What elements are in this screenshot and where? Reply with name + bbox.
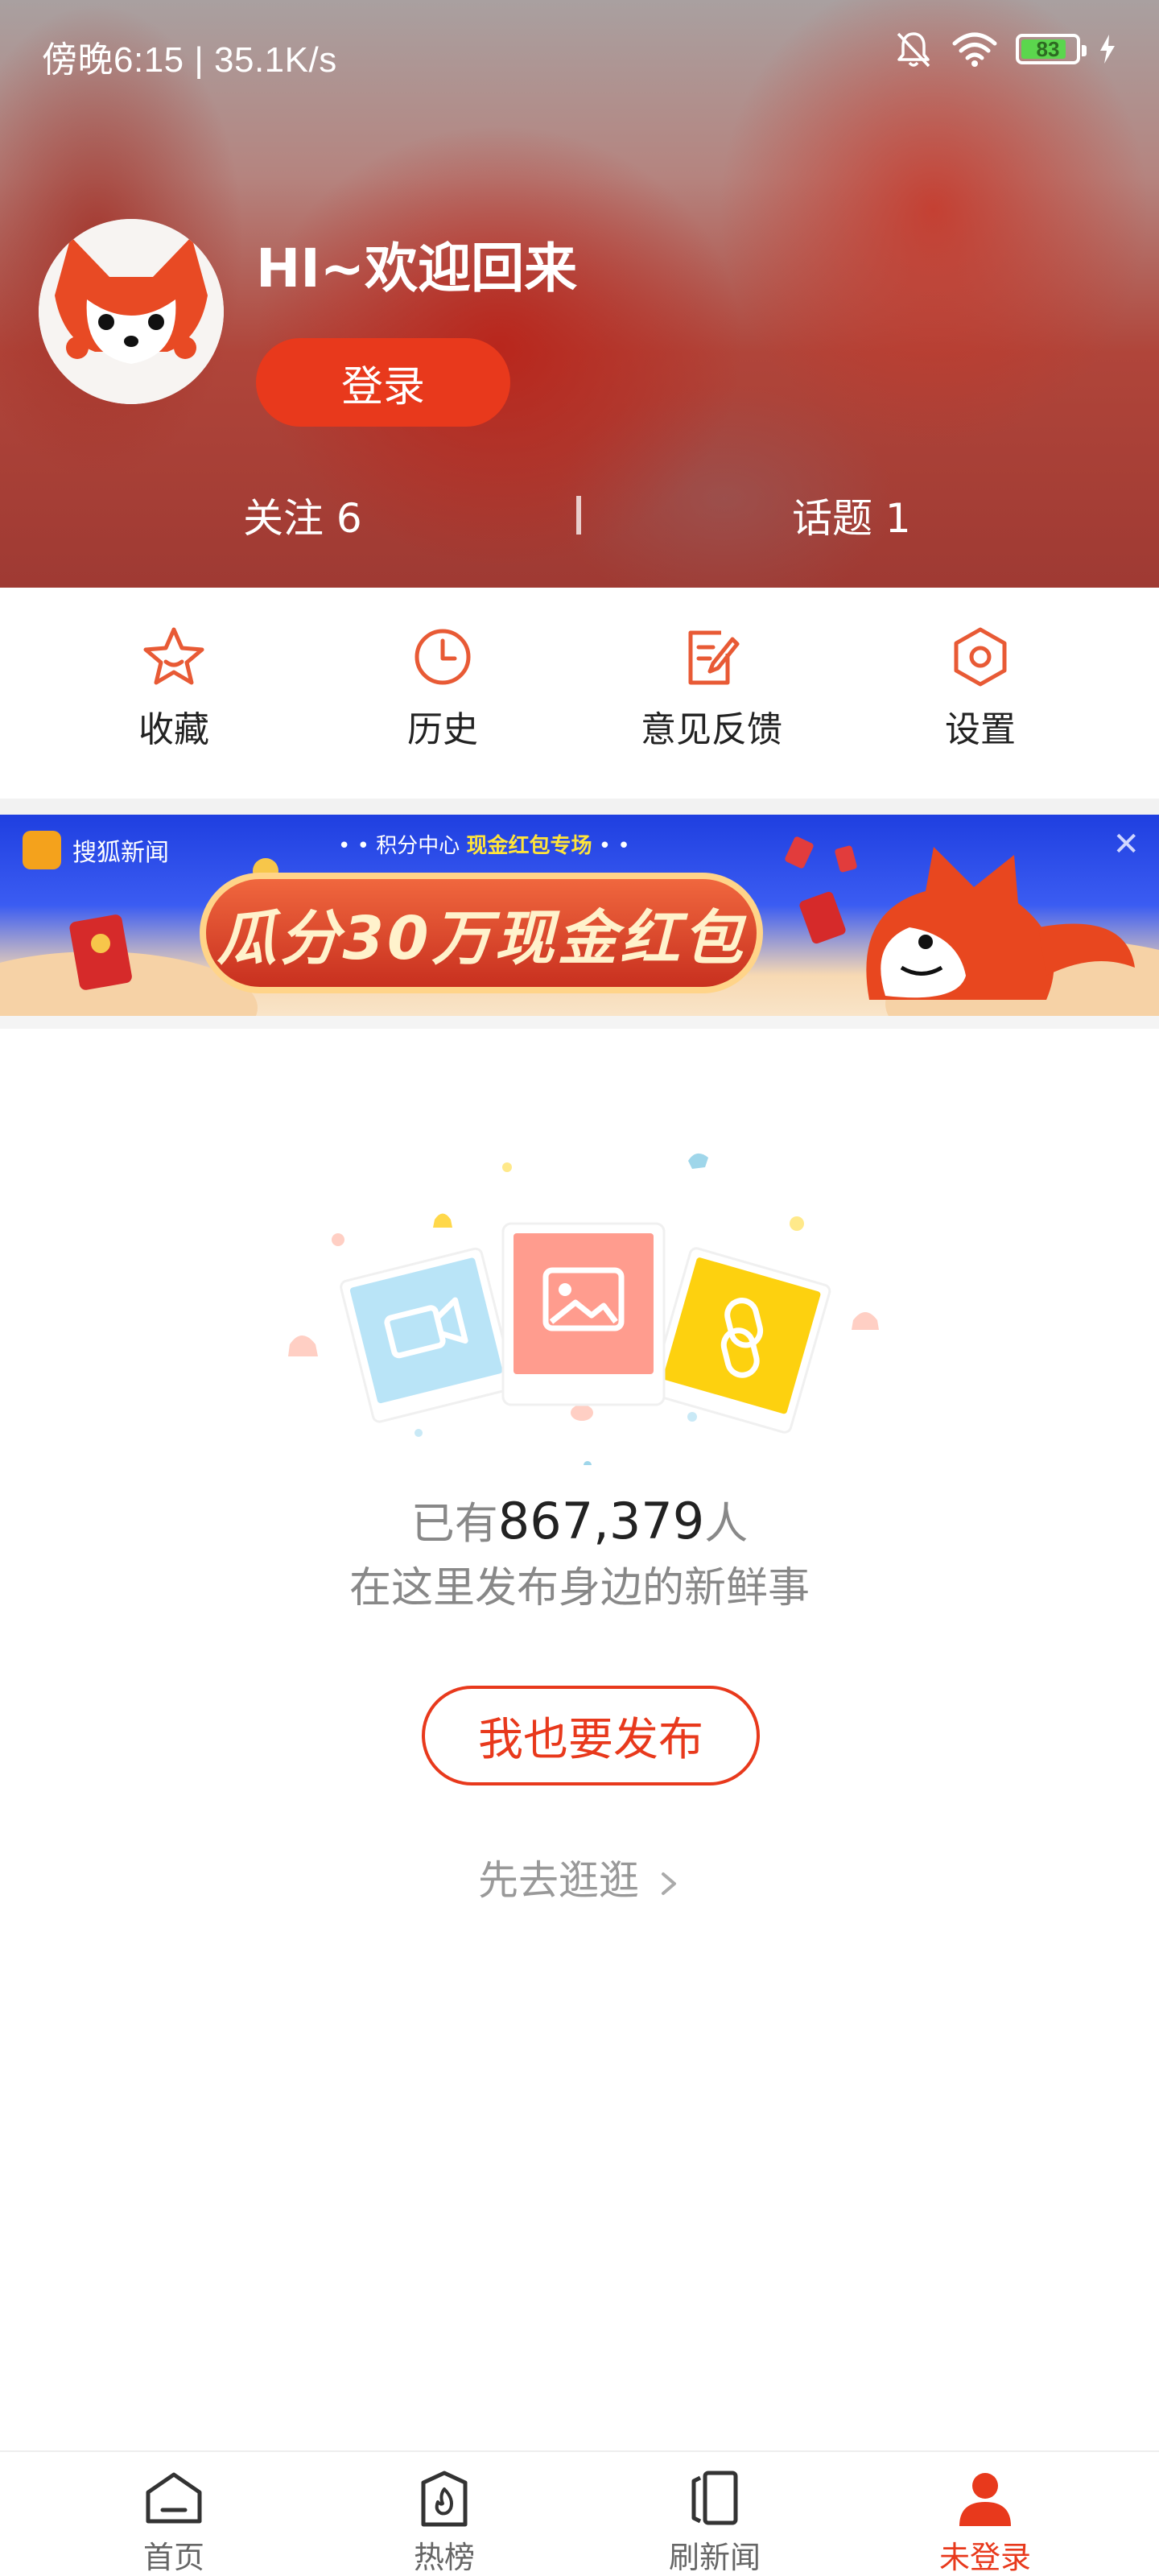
- mute-bell-icon: [897, 32, 930, 68]
- battery-indicator: 83: [1016, 34, 1087, 64]
- user-count-line: 已有867,379人: [0, 1488, 1159, 1551]
- action-label: 意见反馈: [641, 709, 782, 750]
- avatar[interactable]: [39, 219, 224, 404]
- home-icon: [146, 2472, 202, 2524]
- count-prefix: 已有: [410, 1498, 498, 1549]
- settings-icon: [954, 627, 1007, 687]
- section-divider: [0, 799, 1159, 815]
- close-icon[interactable]: ✕: [1112, 826, 1140, 863]
- wifi-icon: [952, 32, 997, 67]
- action-feedback[interactable]: 意见反馈: [615, 625, 808, 752]
- nav-refresh-news[interactable]: 刷新闻: [626, 2468, 803, 2576]
- greeting-title: HI~欢迎回来: [256, 237, 578, 299]
- login-button[interactable]: 登录: [256, 338, 510, 427]
- nav-home[interactable]: 首页: [85, 2468, 262, 2576]
- promo-banner[interactable]: 搜狐新闻 • • 积分中心 现金红包专场 • • 瓜分30万现金红包 ✕: [0, 815, 1159, 1016]
- banner-brand: 搜狐新闻: [23, 831, 169, 869]
- clock-icon: [415, 629, 471, 685]
- publish-button[interactable]: 我也要发布: [422, 1686, 760, 1785]
- action-label: 历史: [407, 709, 478, 750]
- browse-link[interactable]: 先去逛逛: [0, 1848, 1159, 1906]
- user-icon: [959, 2473, 1011, 2526]
- banner-title: 瓜分30万现金红包: [217, 903, 746, 973]
- action-label: 设置: [945, 709, 1016, 750]
- profile-header: 傍晚6:15 | 35.1K/s 83 HI~欢迎回来 登录 关注 6 话题 1: [0, 0, 1159, 588]
- action-favorites[interactable]: 收藏: [77, 625, 270, 752]
- action-label: 收藏: [138, 709, 209, 750]
- feedback-icon: [688, 630, 740, 685]
- empty-state-subtitle: 在这里发布身边的新鲜事: [349, 1564, 810, 1612]
- quick-actions: 收藏 历史 意见反馈 设置: [0, 588, 1159, 799]
- charging-icon: [1100, 35, 1115, 64]
- link-card: [650, 1247, 831, 1434]
- user-count: 867,379: [497, 1492, 705, 1550]
- battery-level: 83: [1036, 36, 1060, 61]
- banner-topline-highlight: 现金红包专场: [466, 834, 592, 858]
- fox-avatar-icon: [39, 219, 224, 404]
- nav-label: 首页: [142, 2540, 204, 2575]
- count-suffix: 人: [704, 1498, 749, 1549]
- follow-count[interactable]: 关注 6: [243, 486, 362, 544]
- cards-icon: [691, 2471, 738, 2525]
- banner-brand-name: 搜狐新闻: [72, 839, 169, 867]
- status-icons: 83: [893, 29, 1117, 69]
- topic-count[interactable]: 话题 1: [792, 486, 911, 544]
- banner-spacer: [0, 1016, 1159, 1029]
- banner-title-pill: 瓜分30万现金红包: [200, 873, 763, 993]
- status-time: 傍晚6:15 | 35.1K/s: [42, 40, 337, 80]
- nav-label: 未登录: [938, 2540, 1031, 2575]
- banner-topline-prefix: 积分中心: [376, 834, 460, 858]
- battery-tip: [1082, 45, 1087, 56]
- nav-label: 刷新闻: [668, 2540, 761, 2575]
- chevron-right-icon: [661, 1872, 676, 1895]
- browse-label: 先去逛逛: [478, 1857, 640, 1904]
- action-settings[interactable]: 设置: [884, 625, 1077, 752]
- post-types-illustration: [288, 1153, 879, 1465]
- star-icon: [143, 627, 204, 685]
- nav-not-logged-in[interactable]: 未登录: [897, 2468, 1074, 2576]
- stat-divider: [576, 496, 581, 535]
- action-history[interactable]: 历史: [346, 625, 539, 752]
- bottom-nav: 首页 热榜 刷新闻 未登录: [0, 2450, 1159, 2576]
- hot-list-icon: [421, 2471, 468, 2527]
- banner-topline: • • 积分中心 现金红包专场 • •: [338, 834, 630, 858]
- nav-hot-list[interactable]: 热榜: [356, 2468, 533, 2576]
- sohu-logo-icon: [23, 831, 61, 869]
- video-card: [340, 1247, 515, 1423]
- image-card: [501, 1222, 666, 1406]
- status-bar: 傍晚6:15 | 35.1K/s 83: [0, 0, 1159, 105]
- nav-label: 热榜: [413, 2540, 475, 2575]
